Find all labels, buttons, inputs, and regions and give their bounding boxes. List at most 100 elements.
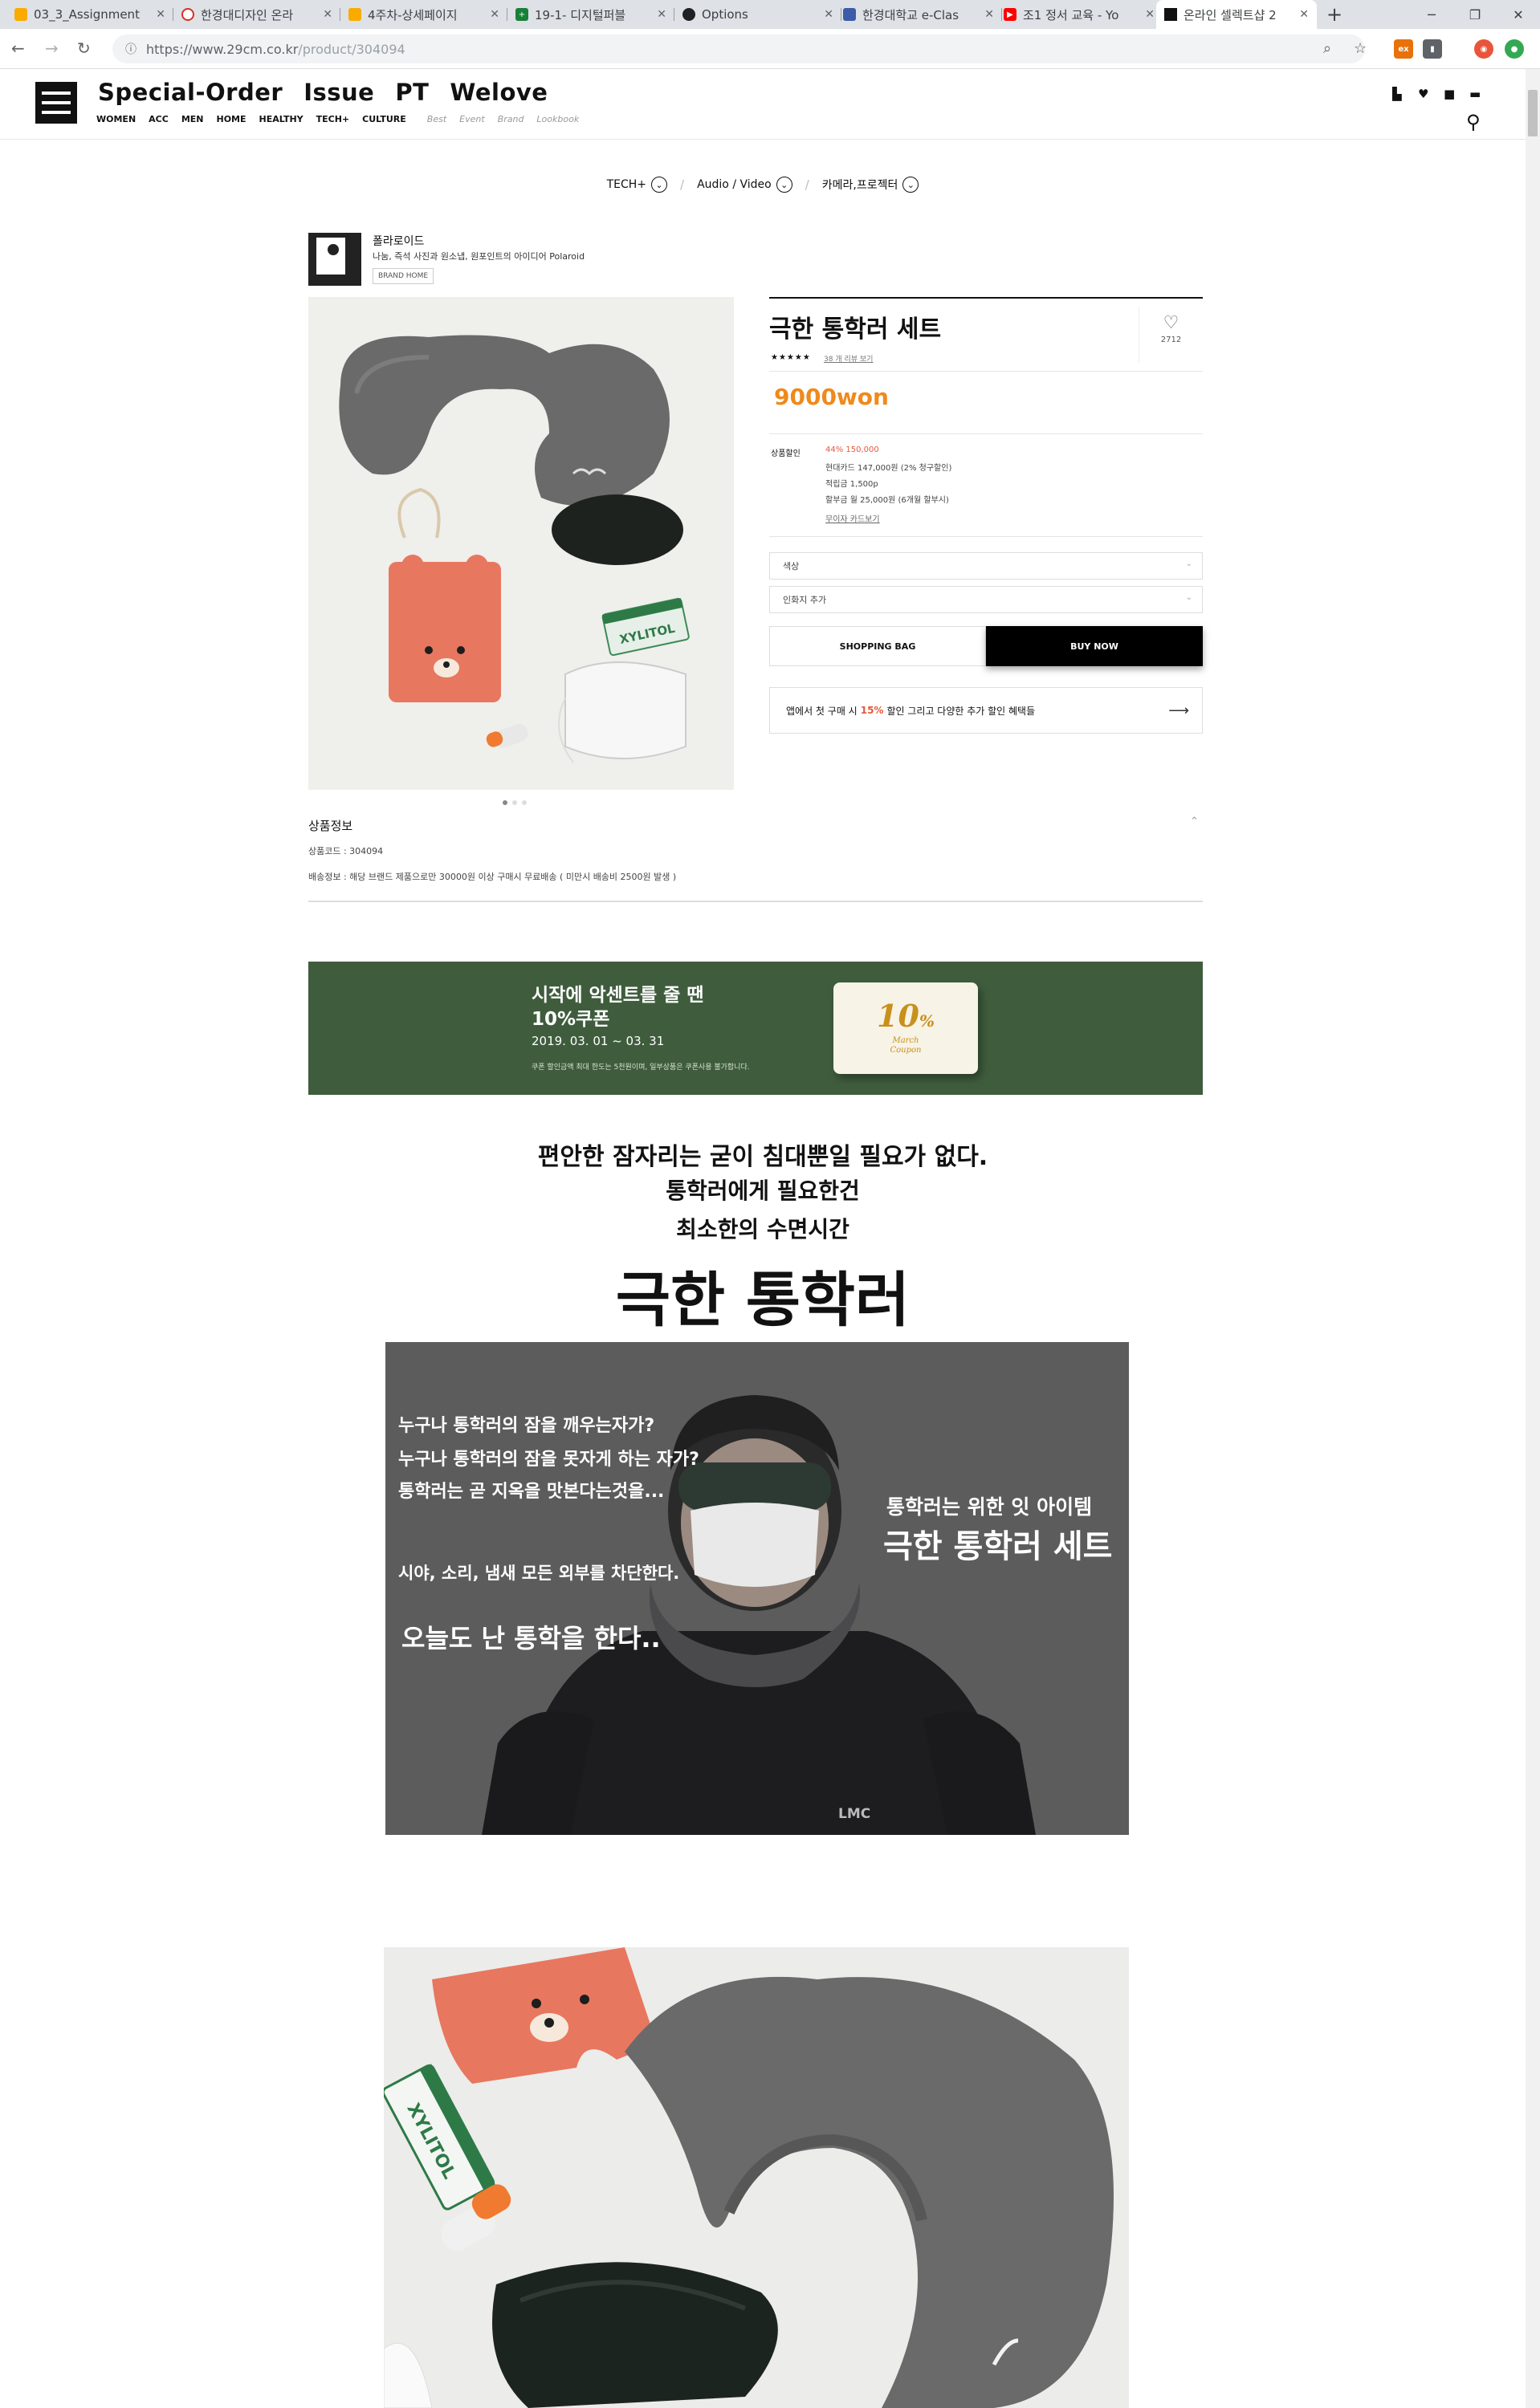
browser-tab[interactable]: 한경대학교 e-Clas ✕ (835, 0, 1002, 29)
chevron-up-icon[interactable]: ⌃ (1190, 816, 1199, 828)
category-event[interactable]: Event (459, 114, 485, 124)
site-logo-icon (1164, 8, 1177, 21)
paper-select[interactable]: 인화지 추가 ⌄ (769, 586, 1203, 613)
zoom-icon[interactable]: ⌕ (1323, 40, 1331, 57)
color-select[interactable]: 색상 ⌄ (769, 552, 1203, 580)
image-pagination (503, 800, 527, 805)
category-healthy[interactable]: HEALTHY (259, 114, 304, 124)
breadcrumb-label: TECH+ (606, 178, 647, 191)
close-icon[interactable]: ✕ (657, 8, 666, 21)
profile-avatar[interactable]: ◉ (1474, 39, 1493, 59)
product-image[interactable]: XYLITOL (308, 297, 734, 790)
browser-tab-strip: 03_3_Assignment ✕ 한경대디자인 온라 ✕ 4주차-상세페이지 … (0, 0, 1540, 29)
minimize-icon[interactable]: ─ (1410, 0, 1453, 29)
breadcrumb-separator: / (805, 177, 809, 192)
category-culture[interactable]: CULTURE (362, 114, 406, 124)
browser-tab[interactable]: + 19-1- 디지털퍼블 ✕ (507, 0, 674, 29)
menu-icon[interactable]: ▬ (1469, 87, 1481, 101)
tab-title: 03_3_Assignment (34, 7, 140, 22)
headline-line: 편안한 잠자리는 굳이 침대뿐일 필요가 없다. (537, 1143, 988, 1171)
chevron-down-icon[interactable]: ⌄ (651, 177, 668, 193)
reviews-link[interactable]: 38 개 리뷰 보기 (824, 353, 873, 364)
scrollbar-thumb[interactable] (1528, 90, 1538, 136)
category-women[interactable]: WOMEN (96, 114, 136, 124)
extension-icon[interactable]: ● (1505, 39, 1524, 59)
select-value: 색상 (783, 561, 800, 571)
close-window-icon[interactable]: ✕ (1497, 0, 1540, 29)
extension-icon[interactable]: ex (1394, 39, 1413, 59)
tab-title: 한경대디자인 온라 (201, 7, 294, 22)
category-men[interactable]: MEN (181, 114, 204, 124)
browser-tab[interactable]: Options ✕ (674, 0, 841, 29)
forward-icon[interactable]: → (45, 39, 59, 58)
pagination-dot[interactable] (503, 800, 507, 805)
browser-tab-active[interactable]: 온라인 셀렉트샵 2 ✕ (1156, 0, 1317, 29)
pagination-dot[interactable] (512, 800, 517, 805)
headline-line: 최소한의 수면시간 (676, 1216, 849, 1243)
restore-icon[interactable]: ❐ (1453, 0, 1497, 29)
menu-welove[interactable]: Welove (450, 79, 548, 106)
category-best[interactable]: Best (427, 114, 446, 124)
pagination-dot[interactable] (522, 800, 527, 805)
menu-special-order[interactable]: Special-Order (98, 79, 283, 106)
tab-title: 조1 정서 교육 - Yo (1023, 7, 1119, 22)
headline-line: 통학러에게 필요한건 (666, 1178, 860, 1204)
close-icon[interactable]: ✕ (824, 8, 833, 21)
arrow-right-icon: ⟶ (1168, 702, 1189, 719)
category-brand[interactable]: Brand (498, 114, 524, 124)
close-icon[interactable]: ✕ (490, 8, 499, 21)
coupon-banner[interactable]: 시작에 악센트를 줄 땐 10%쿠폰 2019. 03. 01 ~ 03. 31… (308, 962, 1203, 1095)
chevron-down-icon: ⌄ (1185, 559, 1192, 568)
brand-home-button[interactable]: BRAND HOME (373, 268, 434, 284)
browser-tab[interactable]: ▶ 조1 정서 교육 - Yo ✕ (996, 0, 1163, 29)
url-input[interactable]: ⓘ https://www.29cm.co.kr /product/304094 (112, 35, 1365, 63)
close-icon[interactable]: ✕ (1145, 8, 1155, 21)
browser-tab[interactable]: 4주차-상세페이지 ✕ (340, 0, 507, 29)
new-tab-button[interactable]: + (1326, 3, 1342, 26)
bookmark-star-icon[interactable]: ☆ (1354, 40, 1367, 57)
category-home[interactable]: HOME (217, 114, 246, 124)
close-icon[interactable]: ✕ (323, 8, 332, 21)
site-logo[interactable] (35, 82, 77, 124)
card-info-link[interactable]: 무이자 카드보기 (825, 512, 880, 524)
chevron-down-icon[interactable]: ⌄ (902, 177, 919, 193)
divider (769, 371, 1203, 372)
breadcrumb-item[interactable]: 카메라,프로젝터 ⌄ (822, 177, 919, 193)
menu-pt[interactable]: PT (395, 79, 429, 106)
product-title: 극한 통학러 세트 (769, 315, 942, 344)
category-lookbook[interactable]: Lookbook (536, 114, 579, 124)
product-info-heading[interactable]: 상품정보 (308, 817, 352, 834)
search-icon[interactable]: ⚲ (1466, 111, 1481, 133)
menu-issue[interactable]: Issue (304, 79, 374, 106)
close-icon[interactable]: ✕ (984, 8, 994, 21)
info-icon[interactable]: ⓘ (125, 41, 136, 57)
heart-icon[interactable]: ♥ (1418, 87, 1428, 101)
bag-icon[interactable]: ■ (1444, 87, 1455, 101)
category-tech[interactable]: TECH+ (316, 114, 350, 124)
chevron-down-icon[interactable]: ⌄ (776, 177, 792, 193)
breadcrumb-item[interactable]: Audio / Video ⌄ (697, 177, 792, 193)
brand-logo[interactable] (308, 233, 361, 286)
buy-now-button[interactable]: BUY NOW (986, 626, 1203, 666)
extension-icon[interactable]: ▮ (1423, 39, 1442, 59)
reload-icon[interactable]: ↻ (77, 39, 91, 58)
app-discount-banner[interactable]: 앱에서 첫 구매 시 15% 할인 그리고 다양한 추가 할인 혜택들 ⟶ (769, 687, 1203, 734)
product-detail-illustration: XYLITOL (384, 1947, 1129, 2408)
discount-line: 할부금 월 25,000원 (6개월 할부시) (825, 496, 949, 505)
user-icon[interactable]: ▙ (1392, 87, 1402, 101)
tab-title: 한경대학교 e-Clas (862, 7, 959, 22)
category-acc[interactable]: ACC (149, 114, 169, 124)
brand-name[interactable]: 폴라로이드 (373, 233, 424, 249)
coupon-headline: 시작에 악센트를 줄 땐 (532, 985, 704, 1006)
like-button[interactable]: ♡ 2712 (1139, 307, 1203, 363)
browser-tab[interactable]: 03_3_Assignment ✕ (6, 0, 173, 29)
shopping-bag-button[interactable]: SHOPPING BAG (769, 626, 986, 666)
close-icon[interactable]: ✕ (156, 8, 165, 21)
breadcrumb-item[interactable]: TECH+ ⌄ (606, 177, 668, 193)
back-icon[interactable]: ← (11, 39, 25, 58)
close-icon[interactable]: ✕ (1299, 8, 1309, 21)
page-scrollbar[interactable] (1526, 69, 1540, 2408)
coupon-dates: 2019. 03. 01 ~ 03. 31 (532, 1034, 665, 1048)
browser-tab[interactable]: 한경대디자인 온라 ✕ (173, 0, 340, 29)
divider (769, 536, 1203, 537)
